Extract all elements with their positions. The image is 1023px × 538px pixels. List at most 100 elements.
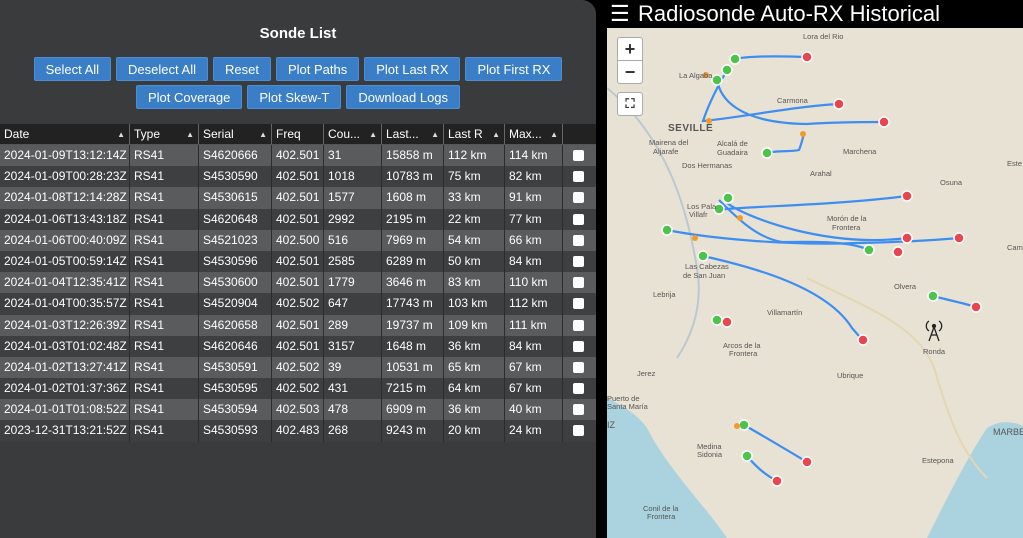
column-header-freq[interactable]: Freq: [272, 124, 324, 144]
cell-type: RS41: [130, 335, 199, 357]
column-header-count[interactable]: Cou... ▲: [324, 124, 382, 144]
row-checkbox[interactable]: [572, 425, 584, 437]
cell-max-range: 91 km: [505, 187, 563, 209]
row-checkbox[interactable]: [572, 277, 584, 289]
plot-last-rx-button[interactable]: Plot Last RX: [364, 57, 461, 81]
row-checkbox[interactable]: [572, 319, 584, 331]
table-row[interactable]: 2024-01-06T00:40:09Z RS41 S4521023 402.500 5…: [0, 229, 596, 251]
sort-arrow-icon: ▲: [259, 129, 267, 139]
row-checkbox[interactable]: [572, 234, 584, 246]
zoom-in-button[interactable]: +: [617, 37, 643, 61]
row-checkbox[interactable]: [572, 255, 584, 267]
table-row[interactable]: 2024-01-03T01:02:48Z RS41 S4620646 402.501 3…: [0, 335, 596, 357]
cell-last-alt: 1608 m: [382, 187, 444, 209]
map-label: Alcalá de: [717, 139, 748, 148]
launch-marker: [863, 244, 875, 256]
table-row[interactable]: 2024-01-09T00:28:23Z RS41 S4530590 402.501 1…: [0, 166, 596, 188]
plot-skew-t-button[interactable]: Plot Skew-T: [247, 85, 342, 109]
table-body: 2024-01-09T13:12:14Z RS41 S4620666 402.501 3…: [0, 145, 596, 442]
landing-marker: [901, 190, 913, 202]
cell-max-range: 114 km: [505, 145, 563, 167]
table-row[interactable]: 2024-01-04T12:35:41Z RS41 S4530600 402.501 1…: [0, 272, 596, 294]
cell-count: 39: [324, 356, 382, 379]
deselect-all-button[interactable]: Deselect All: [116, 57, 208, 81]
cell-last-range: 65 km: [444, 356, 505, 379]
launch-marker: [721, 64, 733, 76]
table-row[interactable]: 2024-01-06T13:43:18Z RS41 S4620648 402.501 2…: [0, 208, 596, 230]
row-checkbox[interactable]: [572, 192, 584, 204]
reset-button[interactable]: Reset: [212, 57, 271, 81]
cell-serial: S4530615: [199, 187, 272, 209]
launch-marker: [761, 147, 773, 159]
map-label: Las Cabezas: [685, 262, 729, 271]
table-row[interactable]: 2024-01-02T01:37:36Z RS41 S4530595 402.502 4…: [0, 378, 596, 400]
cell-date: 2024-01-01T01:08:52Z: [0, 399, 130, 421]
map-label: Mairena del: [649, 138, 689, 147]
row-checkbox[interactable]: [572, 340, 584, 352]
row-checkbox[interactable]: [572, 298, 584, 310]
plot-first-rx-button[interactable]: Plot First RX: [465, 57, 563, 81]
cell-select: [563, 209, 593, 230]
table-row[interactable]: 2024-01-09T13:12:14Z RS41 S4620666 402.501 3…: [0, 145, 596, 167]
row-checkbox[interactable]: [572, 361, 584, 373]
cell-last-range: 103 km: [444, 293, 505, 315]
landing-marker: [878, 116, 890, 128]
table-row[interactable]: 2023-12-31T13:21:52Z RS41 S4530593 402.483 2…: [0, 420, 596, 442]
cell-last-alt: 3646 m: [382, 272, 444, 294]
row-checkbox[interactable]: [572, 383, 584, 395]
cell-last-alt: 7215 m: [382, 378, 444, 400]
landing-marker: [970, 301, 982, 313]
map-label: Dos Hermanas: [682, 161, 733, 170]
cell-type: RS41: [130, 145, 199, 167]
row-checkbox[interactable]: [572, 171, 584, 183]
row-checkbox[interactable]: [572, 150, 584, 161]
hamburger-menu-icon[interactable]: ☰: [610, 3, 632, 25]
plot-coverage-button[interactable]: Plot Coverage: [135, 85, 243, 109]
cell-date: 2024-01-04T00:35:57Z: [0, 293, 130, 315]
cell-serial: S4620646: [199, 335, 272, 357]
map-label: de San Juan: [683, 271, 726, 280]
landing-marker: [953, 232, 965, 244]
map-label: Estepona: [922, 456, 954, 465]
plot-paths-button[interactable]: Plot Paths: [275, 57, 360, 81]
map-label: Cam: [1007, 243, 1023, 252]
column-header-date[interactable]: Date ▲: [0, 124, 130, 144]
cell-select: [563, 293, 593, 314]
cell-max-range: 24 km: [505, 420, 563, 442]
cell-last-range: 112 km: [444, 145, 505, 167]
cell-freq: 402.501: [272, 314, 324, 336]
cell-serial: S4530595: [199, 378, 272, 400]
map[interactable]: + − ⛶ Lora del Rio La Algaba Carmona SEV…: [607, 28, 1023, 538]
cell-date: 2024-01-05T00:59:14Z: [0, 250, 130, 273]
select-all-button[interactable]: Select All: [33, 57, 112, 81]
column-header-type[interactable]: Type ▲: [130, 124, 199, 144]
map-label: Villamartín: [767, 308, 803, 317]
map-label: Aljarafe: [653, 147, 679, 156]
cell-serial: S4620666: [199, 145, 272, 167]
column-header-last-range[interactable]: Last R ▲: [444, 124, 505, 144]
row-checkbox[interactable]: [572, 404, 584, 416]
download-logs-button[interactable]: Download Logs: [346, 85, 461, 109]
table-row[interactable]: 2024-01-05T00:59:14Z RS41 S4530596 402.501 2…: [0, 250, 596, 273]
table-row[interactable]: 2024-01-04T00:35:57Z RS41 S4520904 402.502 6…: [0, 293, 596, 315]
column-header-serial[interactable]: Serial ▲: [199, 124, 272, 144]
table-row[interactable]: 2024-01-03T12:26:39Z RS41 S4620658 402.501 2…: [0, 314, 596, 336]
map-label: La Algaba: [679, 71, 713, 80]
map-title: Radiosonde Auto-RX Historical: [638, 1, 941, 26]
zoom-out-button[interactable]: −: [617, 60, 643, 84]
table-row[interactable]: 2024-01-01T01:08:52Z RS41 S4530594 402.503 4…: [0, 399, 596, 421]
button-row-2: Plot Coverage Plot Skew-T Download Logs: [0, 85, 596, 109]
cell-max-range: 77 km: [505, 208, 563, 230]
cell-last-alt: 10783 m: [382, 166, 444, 188]
row-checkbox[interactable]: [572, 213, 584, 225]
column-header-max-range[interactable]: Max... ▲: [505, 124, 563, 144]
table-row[interactable]: 2024-01-02T13:27:41Z RS41 S4530591 402.502 3…: [0, 356, 596, 379]
fullscreen-icon[interactable]: ⛶: [617, 92, 643, 116]
cell-type: RS41: [130, 378, 199, 400]
cell-select: [563, 357, 593, 378]
column-header-last-alt[interactable]: Last... ▲: [382, 124, 444, 144]
table-row[interactable]: 2024-01-08T12:14:28Z RS41 S4530615 402.501 1…: [0, 187, 596, 209]
cell-count: 516: [324, 229, 382, 251]
cell-freq: 402.503: [272, 399, 324, 421]
map-svg: [607, 28, 1023, 538]
